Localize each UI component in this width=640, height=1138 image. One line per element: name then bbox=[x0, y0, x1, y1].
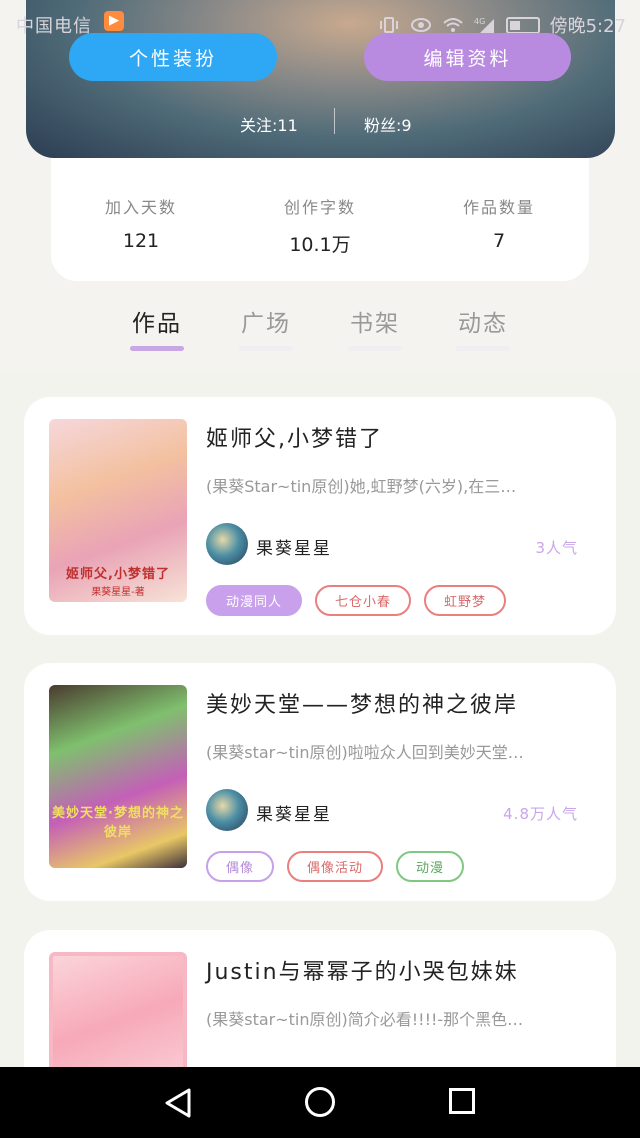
tab-indicator bbox=[456, 346, 510, 351]
avatar[interactable] bbox=[206, 523, 248, 565]
battery-icon bbox=[505, 16, 540, 34]
book-description: (果葵star~tin原创)简介必看!!!!-那个黑色… bbox=[206, 1010, 524, 1029]
book-cover[interactable]: 美妙天堂·梦想的神之彼岸 bbox=[49, 685, 187, 868]
tab-activity[interactable]: 动态 bbox=[453, 304, 513, 338]
divider bbox=[334, 108, 335, 134]
tab-indicator bbox=[239, 346, 293, 351]
cover-caption: 美妙天堂·梦想的神之彼岸 bbox=[52, 806, 184, 840]
edit-profile-button[interactable]: 编辑资料 bbox=[364, 33, 571, 81]
tag[interactable]: 动漫 bbox=[396, 851, 465, 882]
tag[interactable]: 偶像 bbox=[206, 851, 275, 882]
stat-join-days: 加入天数 121 bbox=[71, 194, 211, 252]
cover-subtitle: 果葵星星-著 bbox=[91, 587, 145, 598]
cover-caption: 姬师父,小梦错了 bbox=[66, 567, 170, 582]
tab-indicator bbox=[130, 346, 184, 351]
stat-value: 10.1万 bbox=[289, 234, 351, 256]
author-name[interactable]: 果葵星星 bbox=[256, 534, 332, 559]
stat-value: 121 bbox=[122, 230, 160, 252]
book-description: (果葵star~tin原创)啦啦众人回到美妙天堂… bbox=[206, 743, 524, 762]
stats-card: 加入天数 121 创作字数 10.1万 作品数量 7 bbox=[51, 158, 589, 281]
stat-label: 作品数量 bbox=[462, 198, 535, 217]
tag[interactable]: 动漫同人 bbox=[206, 585, 303, 616]
triangle-back-icon[interactable] bbox=[163, 1087, 193, 1119]
book-card[interactable]: 姬师父,小梦错了 果葵星星-著 姬师父,小梦错了 (果葵Star~tin原创)她… bbox=[24, 397, 616, 635]
system-nav-bar bbox=[0, 1067, 640, 1138]
tab-bookshelf[interactable]: 书架 bbox=[345, 304, 405, 338]
carrier-app-icon: ▶ bbox=[104, 11, 124, 31]
carrier-name: 中国电信 bbox=[16, 16, 92, 37]
signal-icon: 4G bbox=[474, 17, 494, 33]
book-card[interactable]: 美妙天堂·梦想的神之彼岸 美妙天堂——梦想的神之彼岸 (果葵star~tin原创… bbox=[24, 663, 616, 901]
tag-list: 动漫同人 七仓小春 虹野梦 bbox=[206, 585, 507, 616]
tab-indicator bbox=[348, 346, 402, 351]
tag[interactable]: 七仓小春 bbox=[315, 585, 412, 616]
stat-word-count: 创作字数 10.1万 bbox=[250, 194, 390, 257]
author-name[interactable]: 果葵星星 bbox=[256, 800, 332, 825]
dressup-button[interactable]: 个性装扮 bbox=[69, 33, 277, 81]
profile-tabs: 作品 广场 书架 动态 bbox=[0, 300, 640, 360]
tab-works[interactable]: 作品 bbox=[127, 304, 187, 338]
tag[interactable]: 虹野梦 bbox=[424, 585, 507, 616]
fans-count[interactable]: 粉丝:9 bbox=[364, 112, 412, 136]
popularity-count: 4.8万人气 bbox=[503, 805, 578, 823]
circle-home-icon[interactable] bbox=[305, 1087, 335, 1117]
tag-list: 偶像 偶像活动 动漫 bbox=[206, 851, 465, 882]
follow-stats: 关注:11 粉丝:9 bbox=[26, 108, 615, 138]
tab-square[interactable]: 广场 bbox=[236, 304, 296, 338]
svg-text:4G: 4G bbox=[474, 17, 485, 26]
eye-icon bbox=[410, 18, 431, 32]
popularity-count: 3人气 bbox=[535, 539, 578, 557]
avatar[interactable] bbox=[206, 789, 248, 831]
square-recent-icon[interactable] bbox=[449, 1088, 475, 1114]
book-cover[interactable]: 姬师父,小梦错了 果葵星星-著 bbox=[49, 419, 187, 602]
book-title[interactable]: Justin与幂幂子的小哭包妹妹 bbox=[206, 954, 519, 986]
book-description: (果葵Star~tin原创)她,虹野梦(六岁),在三… bbox=[206, 477, 517, 496]
stat-work-count: 作品数量 7 bbox=[429, 194, 569, 252]
tag[interactable]: 偶像活动 bbox=[287, 851, 384, 882]
vibrate-icon bbox=[379, 17, 398, 33]
book-title[interactable]: 美妙天堂——梦想的神之彼岸 bbox=[206, 687, 518, 719]
wifi-icon bbox=[442, 18, 463, 32]
stat-value: 7 bbox=[492, 230, 506, 252]
follow-count[interactable]: 关注:11 bbox=[240, 112, 298, 136]
stat-label: 创作字数 bbox=[283, 198, 356, 217]
clock: 傍晚5:27 bbox=[549, 16, 626, 37]
stat-label: 加入天数 bbox=[104, 198, 177, 217]
book-title[interactable]: 姬师父,小梦错了 bbox=[206, 421, 383, 453]
